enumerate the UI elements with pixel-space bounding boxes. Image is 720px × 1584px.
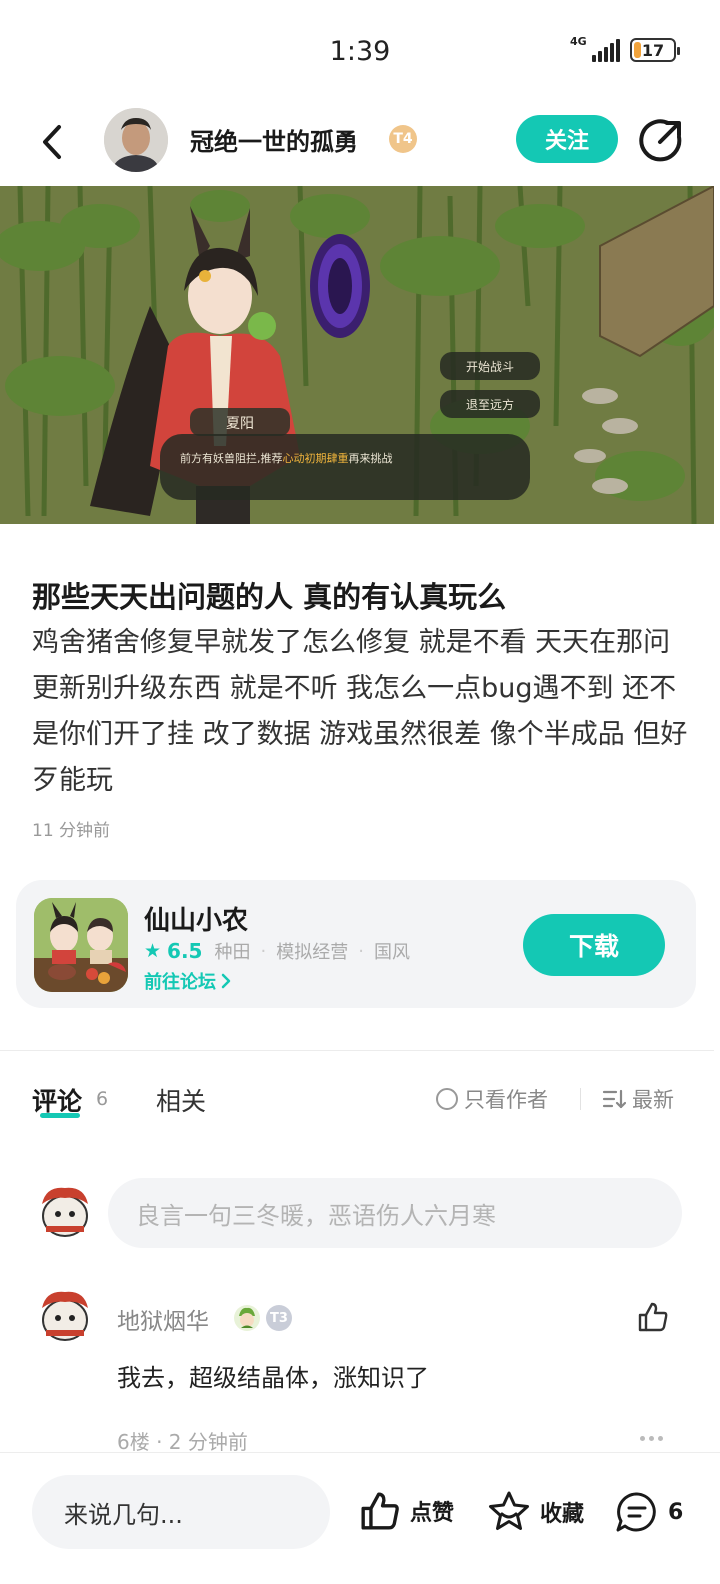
chevron-left-icon — [43, 125, 61, 159]
game-tag: 种田 — [214, 942, 251, 963]
reply-input[interactable]: 来说几句... — [32, 1475, 330, 1549]
radio-icon — [436, 1088, 458, 1110]
download-button[interactable]: 下载 — [523, 914, 665, 976]
dialog-text-before: 前方有妖兽阻拦,推荐 — [180, 451, 283, 465]
post-header: 冠绝一世的孤勇 T4 关注 — [0, 100, 720, 186]
comments-count: 6 — [96, 1088, 109, 1110]
game-card[interactable]: 仙山小农 ★ 6.5 种田 · 模拟经营 · 国风 前往论坛 下载 — [16, 880, 696, 1008]
comment-input[interactable]: 良言一句三冬暖，恶语伤人六月寒 — [108, 1178, 682, 1248]
status-icons: 4G 17 — [570, 36, 680, 62]
dialog-text-after: 再来挑战 — [349, 451, 393, 465]
sort-label: 最新 — [632, 1088, 674, 1112]
comment-count: 6 — [668, 1499, 684, 1525]
share-icon — [639, 119, 682, 162]
star-icon: ★ — [144, 940, 162, 962]
comment-text: 我去，超级结晶体，涨知识了 — [117, 1364, 429, 1392]
post-body: 鸡舍猪舍修复早就发了怎么修复 就是不看 天天在那问 更新别升级东西 就是不听 我… — [32, 627, 688, 796]
author-name[interactable]: 冠绝一世的孤勇 — [190, 122, 358, 157]
back-button[interactable] — [30, 120, 74, 164]
battery-level: 17 — [641, 40, 665, 60]
like-button[interactable]: 点赞 — [358, 1489, 454, 1533]
author-avatar[interactable] — [104, 108, 168, 172]
bottom-action-bar: 来说几句... 点赞 收藏 6 — [0, 1452, 720, 1584]
dialog-text-highlight: 心动初期肆重 — [283, 451, 349, 465]
option-fight: 开始战斗 — [466, 360, 514, 374]
thumbs-up-icon — [361, 1492, 399, 1530]
option-retreat: 退至远方 — [466, 397, 514, 412]
post-title: 那些天天出问题的人 真的有认真玩么 — [32, 580, 507, 614]
game-icon[interactable] — [34, 898, 128, 992]
level-badge: T4 — [389, 125, 417, 153]
game-scene-illustration: 夏阳 前方有妖兽阻拦,推荐心动初期肆重再来挑战 开始战斗 退至远方 — [0, 186, 714, 524]
my-avatar — [34, 1182, 96, 1244]
follow-button[interactable]: 关注 — [516, 115, 618, 163]
sort-icon — [602, 1089, 626, 1109]
favorite-button[interactable]: 收藏 — [486, 1489, 584, 1535]
chevron-right-icon — [221, 973, 231, 989]
game-meta: ★ 6.5 种田 · 模拟经营 · 国风 — [144, 939, 410, 963]
comment-username[interactable]: 地狱烟华 — [117, 1302, 209, 1336]
comment-bubble-icon — [616, 1492, 656, 1532]
favorite-label: 收藏 — [540, 1502, 585, 1527]
comment-button[interactable]: 6 — [614, 1489, 683, 1535]
game-tag: 国风 — [373, 942, 410, 963]
sort-separator — [580, 1088, 581, 1110]
star-outline-icon — [489, 1491, 529, 1530]
comment-level-badge: T3 — [266, 1305, 292, 1331]
post-image[interactable]: 夏阳 前方有妖兽阻拦,推荐心动初期肆重再来挑战 开始战斗 退至远方 — [0, 186, 714, 524]
sort-button[interactable]: 最新 — [602, 1084, 674, 1114]
share-button[interactable] — [638, 118, 684, 164]
like-label: 点赞 — [410, 1501, 455, 1526]
game-tag: 模拟经营 — [276, 942, 349, 963]
game-rating: 6.5 — [167, 939, 203, 963]
status-bar: 1:39 4G 17 — [0, 0, 720, 100]
signal-icon: 4G — [570, 36, 620, 62]
post-time: 11 分钟前 — [32, 821, 111, 841]
comment-meta: 6楼 · 2 分钟前 — [117, 1430, 248, 1454]
more-options-icon[interactable] — [640, 1436, 663, 1441]
comment-avatar[interactable] — [34, 1286, 96, 1348]
tab-active-indicator — [40, 1113, 80, 1118]
only-author-label: 只看作者 — [464, 1088, 548, 1112]
game-name[interactable]: 仙山小农 — [144, 900, 248, 937]
comment-like-button[interactable] — [636, 1300, 670, 1334]
section-divider — [0, 1050, 714, 1051]
forum-link-label: 前往论坛 — [144, 972, 216, 993]
tab-related[interactable]: 相关 — [156, 1082, 206, 1118]
character-name: 夏阳 — [226, 416, 254, 432]
figure-badge-icon — [233, 1304, 261, 1332]
network-type: 4G — [570, 35, 587, 48]
battery-icon: 17 — [630, 38, 680, 62]
only-author-toggle[interactable]: 只看作者 — [436, 1084, 548, 1114]
dialog-text: 前方有妖兽阻拦,推荐心动初期肆重再来挑战 — [180, 451, 393, 465]
thumbs-up-icon — [638, 1302, 668, 1332]
forum-link[interactable]: 前往论坛 — [144, 968, 232, 994]
